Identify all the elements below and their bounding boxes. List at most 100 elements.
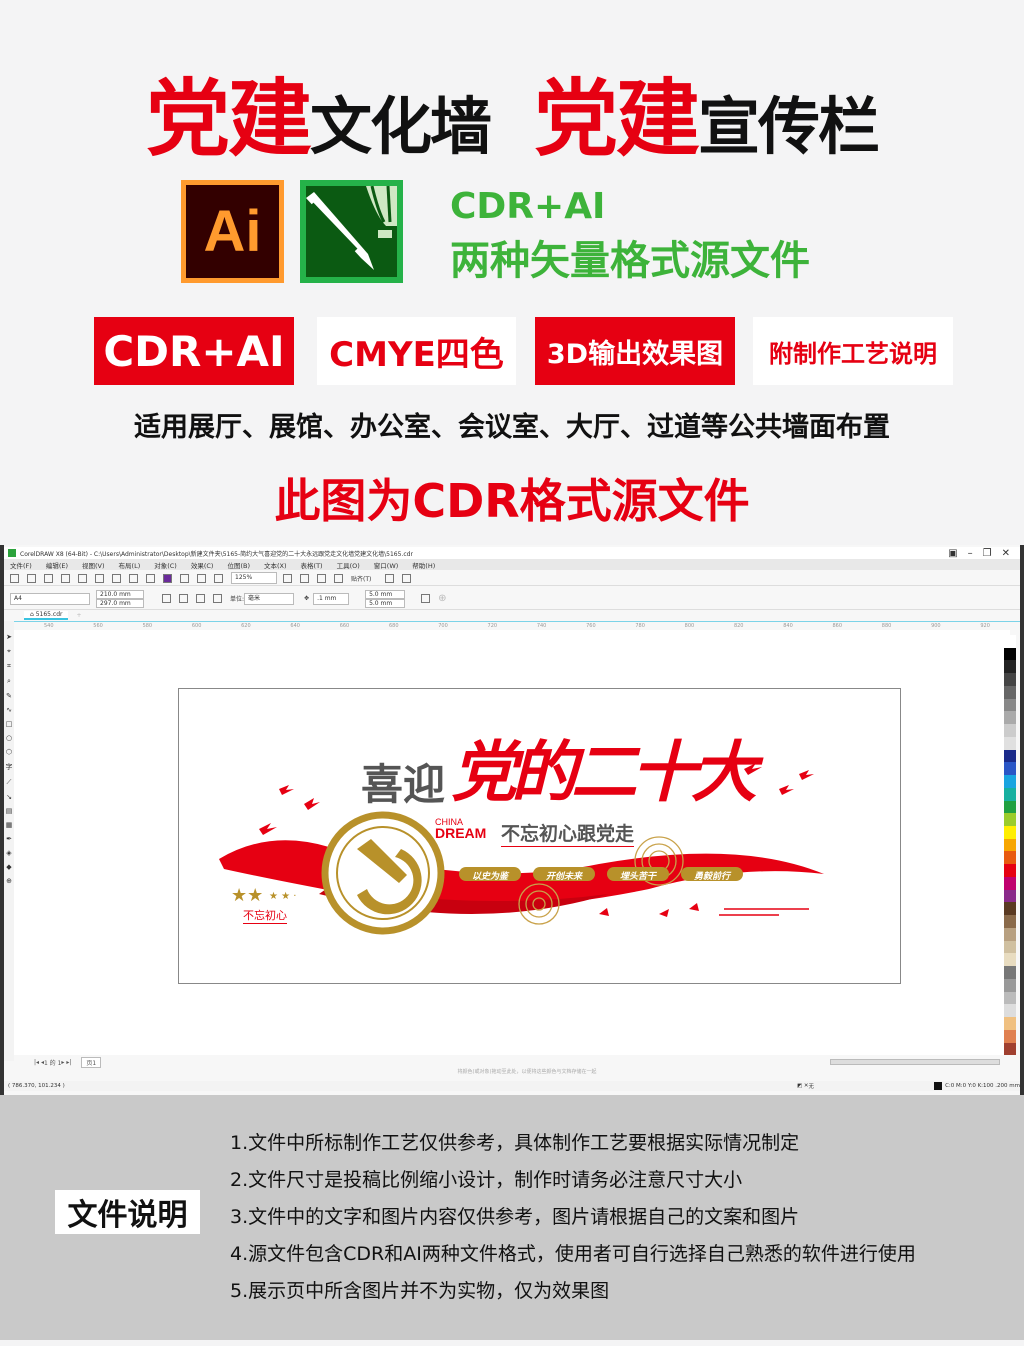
text-tool-icon[interactable]: 字 bbox=[6, 762, 13, 772]
all-pages-icon[interactable] bbox=[196, 594, 205, 603]
current-page-icon[interactable] bbox=[213, 594, 222, 603]
corel-connect-icon[interactable] bbox=[163, 573, 172, 583]
palette-swatch[interactable] bbox=[1004, 647, 1016, 661]
new-tab-icon[interactable]: + bbox=[76, 612, 81, 619]
artistic-media-icon[interactable]: ∿ bbox=[6, 706, 12, 714]
next-page-icon[interactable]: ▸ ▸| bbox=[61, 1059, 71, 1066]
palette-swatch[interactable] bbox=[1004, 736, 1016, 750]
rulers-icon[interactable] bbox=[300, 573, 309, 583]
page-width-field[interactable]: 210.0 mm bbox=[96, 589, 144, 599]
save-icon[interactable] bbox=[44, 573, 53, 583]
snap-to-dropdown[interactable]: 贴齐(T) bbox=[351, 574, 371, 583]
menu-edit[interactable]: 编辑(E) bbox=[46, 560, 68, 570]
palette-swatch[interactable] bbox=[1004, 864, 1016, 877]
color-palette[interactable] bbox=[1004, 635, 1016, 1056]
palette-swatch[interactable] bbox=[1004, 876, 1016, 890]
export-icon[interactable] bbox=[197, 573, 206, 583]
eyedropper-icon[interactable]: ✒ bbox=[6, 835, 12, 843]
menu-help[interactable]: 帮助(H) bbox=[412, 560, 435, 570]
grid-icon[interactable] bbox=[317, 573, 326, 583]
palette-swatch[interactable] bbox=[1004, 1029, 1016, 1043]
transparency-icon[interactable]: ▦ bbox=[6, 821, 13, 829]
palette-swatch[interactable] bbox=[1004, 915, 1016, 928]
rectangle-tool-icon[interactable]: □ bbox=[6, 720, 13, 728]
palette-swatch[interactable] bbox=[1004, 902, 1016, 916]
pick-tool-icon[interactable]: ➤ bbox=[6, 633, 12, 641]
paste-icon[interactable] bbox=[112, 573, 121, 583]
palette-swatch[interactable] bbox=[1004, 800, 1016, 814]
palette-swatch[interactable] bbox=[1004, 927, 1016, 941]
smart-fill-icon[interactable]: ◆ bbox=[6, 863, 11, 871]
tab-document[interactable]: ⌂ 5165.cdr bbox=[24, 610, 69, 620]
palette-swatch[interactable] bbox=[1004, 685, 1016, 699]
polygon-tool-icon[interactable]: ⬡ bbox=[6, 748, 12, 756]
nudge-field[interactable]: .1 mm bbox=[313, 592, 350, 605]
freehand-tool-icon[interactable]: ✎ bbox=[6, 692, 12, 700]
window-controls[interactable]: ▣–❐✕ bbox=[948, 548, 1020, 559]
parallel-dimension-icon[interactable]: ⟋ bbox=[7, 778, 12, 787]
fill-tool-icon[interactable]: ◈ bbox=[6, 849, 11, 857]
new-icon[interactable] bbox=[10, 573, 19, 583]
cut-icon[interactable] bbox=[78, 573, 87, 583]
guidelines-icon[interactable] bbox=[334, 573, 343, 583]
page-size-select[interactable]: A4 bbox=[10, 592, 90, 605]
palette-swatch[interactable] bbox=[1004, 1042, 1016, 1056]
palette-swatch[interactable] bbox=[1004, 635, 1016, 648]
palette-swatch[interactable] bbox=[1004, 991, 1016, 1005]
palette-swatch[interactable] bbox=[1004, 889, 1016, 903]
palette-swatch[interactable] bbox=[1004, 838, 1016, 852]
horizontal-scrollbar[interactable] bbox=[830, 1059, 1000, 1065]
launch-icon[interactable] bbox=[402, 573, 412, 583]
connector-icon[interactable]: ↘ bbox=[6, 793, 12, 801]
palette-swatch[interactable] bbox=[1004, 762, 1016, 776]
import-icon[interactable] bbox=[180, 573, 189, 583]
menu-object[interactable]: 对象(C) bbox=[154, 560, 177, 570]
undo-icon[interactable] bbox=[129, 573, 138, 583]
add-tool-icon[interactable]: ⊕ bbox=[6, 877, 12, 885]
first-page-icon[interactable]: |◂ ◂ bbox=[34, 1059, 44, 1066]
options-gear-icon[interactable] bbox=[385, 573, 395, 583]
full-screen-icon[interactable] bbox=[283, 573, 292, 583]
menu-table[interactable]: 表格(T) bbox=[301, 560, 323, 570]
palette-swatch[interactable] bbox=[1004, 787, 1016, 801]
copy-icon[interactable] bbox=[95, 573, 104, 583]
palette-swatch[interactable] bbox=[1004, 1017, 1016, 1030]
palette-swatch[interactable] bbox=[1004, 724, 1016, 737]
palette-swatch[interactable] bbox=[1004, 940, 1016, 954]
palette-swatch[interactable] bbox=[1004, 851, 1016, 865]
menu-tools[interactable]: 工具(O) bbox=[337, 560, 360, 570]
tab-page-1[interactable]: 页1 bbox=[81, 1056, 102, 1068]
palette-swatch[interactable] bbox=[1004, 775, 1016, 788]
print-icon[interactable] bbox=[61, 573, 70, 583]
menu-text[interactable]: 文本(X) bbox=[264, 560, 287, 570]
redo-icon[interactable] bbox=[146, 573, 155, 583]
palette-swatch[interactable] bbox=[1004, 711, 1016, 725]
menu-window[interactable]: 窗口(W) bbox=[374, 560, 399, 570]
palette-swatch[interactable] bbox=[1004, 749, 1016, 763]
shadow-tool-icon[interactable]: ▤ bbox=[6, 807, 13, 815]
menu-layout[interactable]: 布局(L) bbox=[119, 560, 141, 570]
menu-bitmaps[interactable]: 位图(B) bbox=[227, 560, 250, 570]
shape-tool-icon[interactable]: ⌖ bbox=[7, 647, 11, 656]
duplicate-x-field[interactable]: 5.0 mm bbox=[365, 589, 406, 599]
open-icon[interactable] bbox=[27, 573, 36, 583]
palette-swatch[interactable] bbox=[1004, 978, 1016, 992]
palette-swatch[interactable] bbox=[1004, 660, 1016, 674]
palette-swatch[interactable] bbox=[1004, 953, 1016, 967]
landscape-icon[interactable] bbox=[179, 594, 188, 603]
palette-swatch[interactable] bbox=[1004, 698, 1016, 712]
unit-select[interactable]: 毫米 bbox=[244, 592, 295, 605]
crop-tool-icon[interactable]: ⌗ bbox=[7, 662, 11, 671]
palette-swatch[interactable] bbox=[1004, 826, 1016, 839]
pdf-icon[interactable] bbox=[214, 573, 223, 583]
menu-view[interactable]: 视图(V) bbox=[82, 560, 105, 570]
palette-swatch[interactable] bbox=[1004, 813, 1016, 827]
palette-swatch[interactable] bbox=[1004, 966, 1016, 979]
duplicate-y-field[interactable]: 5.0 mm bbox=[365, 598, 406, 608]
treat-as-filled-icon[interactable] bbox=[421, 594, 431, 603]
palette-swatch[interactable] bbox=[1004, 1004, 1016, 1018]
menu-file[interactable]: 文件(F) bbox=[10, 560, 32, 570]
menu-effects[interactable]: 效果(C) bbox=[191, 560, 214, 570]
zoom-tool-icon[interactable]: ⌕ bbox=[7, 677, 11, 686]
portrait-icon[interactable] bbox=[162, 594, 171, 603]
